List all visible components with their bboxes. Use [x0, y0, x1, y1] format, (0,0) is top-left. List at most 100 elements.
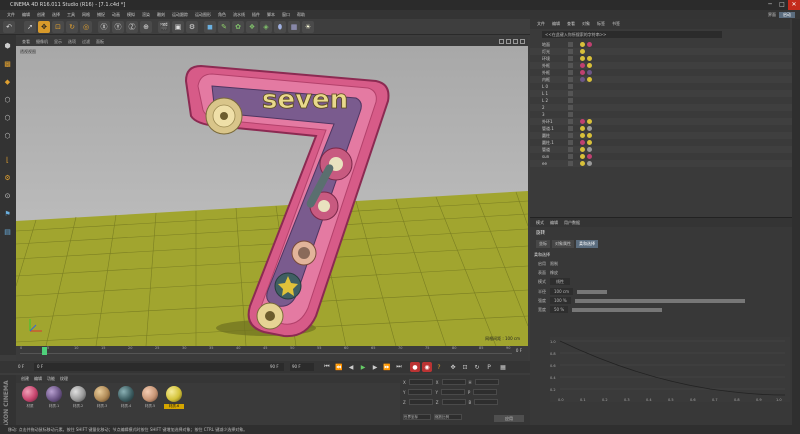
- coordinate-system-icon[interactable]: ⊕: [140, 21, 152, 33]
- move-icon[interactable]: ✥: [38, 21, 50, 33]
- object-row[interactable]: 灯光: [530, 48, 792, 55]
- material-swatch[interactable]: 材质.2: [68, 386, 88, 409]
- position-key-icon[interactable]: ✥: [448, 362, 458, 372]
- zoom-icon[interactable]: [506, 39, 511, 44]
- object-row[interactable]: 管道.1: [530, 125, 792, 132]
- scale-key-icon[interactable]: ⊡: [460, 362, 470, 372]
- points-mode-icon[interactable]: ⬡: [1, 93, 14, 106]
- menu-motion-tracking[interactable]: 运动跟踪: [172, 12, 188, 18]
- viewport-menu-panel[interactable]: 面板: [96, 39, 104, 45]
- menu-pipeline[interactable]: 流水线: [233, 12, 245, 18]
- menu-select[interactable]: 选择: [52, 12, 60, 18]
- viewport-menu-filter[interactable]: 过滤: [82, 39, 90, 45]
- visibility-toggle[interactable]: [568, 133, 573, 138]
- attr-menu-edit[interactable]: 编辑: [550, 220, 558, 226]
- render-view-icon[interactable]: 🎬: [158, 21, 170, 33]
- material-tag-icon[interactable]: [587, 63, 592, 68]
- position-z-field[interactable]: [408, 399, 433, 405]
- visibility-toggle[interactable]: [568, 154, 573, 159]
- edges-mode-icon[interactable]: ⬡: [1, 111, 14, 124]
- y-axis-lock-icon[interactable]: Ⓨ: [112, 21, 124, 33]
- prev-key-icon[interactable]: ⏪: [334, 362, 344, 372]
- object-row[interactable]: 内框: [530, 76, 792, 83]
- play-icon[interactable]: ▶: [358, 362, 368, 372]
- strength-slider[interactable]: [574, 298, 745, 303]
- menu-render[interactable]: 渲染: [142, 12, 150, 18]
- coord-space-dropdown[interactable]: 世界坐标: [403, 414, 431, 420]
- visibility-toggle[interactable]: [568, 84, 573, 89]
- material-tag-icon[interactable]: [587, 133, 592, 138]
- material-menu-function[interactable]: 功能: [47, 376, 55, 382]
- visibility-toggle[interactable]: [568, 63, 573, 68]
- menu-file[interactable]: 文件: [7, 12, 15, 18]
- object-row[interactable]: 圆柱.1: [530, 139, 792, 146]
- autokey-icon[interactable]: ◉: [422, 362, 432, 372]
- material-tag-icon[interactable]: [580, 133, 585, 138]
- object-row[interactable]: 环境: [530, 55, 792, 62]
- menu-animate[interactable]: 动画: [112, 12, 120, 18]
- material-tag-icon[interactable]: [587, 126, 592, 131]
- menu-tools[interactable]: 工具: [67, 12, 75, 18]
- snap-icon[interactable]: ⊙: [1, 189, 14, 202]
- falloff-dropdown[interactable]: 线性: [550, 278, 570, 285]
- workplane-lock-icon[interactable]: ▤: [1, 225, 14, 238]
- nurbs-icon[interactable]: ✿: [232, 21, 244, 33]
- visibility-toggle[interactable]: [568, 98, 573, 103]
- layout-dropdown[interactable]: 启动: [779, 11, 795, 18]
- timeline-menu-icon[interactable]: ▦: [498, 362, 508, 372]
- menu-mesh[interactable]: 网格: [82, 12, 90, 18]
- tweak-mode-icon[interactable]: ⚙: [1, 171, 14, 184]
- undo-icon[interactable]: ↶: [3, 21, 15, 33]
- object-row[interactable]: 外框: [530, 62, 792, 69]
- keyframe-selection-icon[interactable]: ?: [434, 362, 444, 372]
- object-search-field[interactable]: <<在此键入你所搜索的字符串>>: [542, 31, 722, 38]
- material-swatch[interactable]: 材质.3: [92, 386, 112, 409]
- material-tag-icon[interactable]: [580, 119, 585, 124]
- current-frame-field[interactable]: 0 F: [18, 363, 24, 371]
- light-icon[interactable]: ☀: [302, 21, 314, 33]
- parameter-key-icon[interactable]: P: [484, 362, 494, 372]
- x-axis-lock-icon[interactable]: Ⓧ: [98, 21, 110, 33]
- recent-tool-icon[interactable]: ◎: [80, 21, 92, 33]
- apply-button[interactable]: 应用: [494, 415, 524, 422]
- material-tag-icon[interactable]: [587, 140, 592, 145]
- visibility-toggle[interactable]: [568, 42, 573, 47]
- visibility-toggle[interactable]: [568, 105, 573, 110]
- object-menu-view[interactable]: 查看: [567, 21, 575, 27]
- object-menu-tags[interactable]: 标签: [597, 21, 605, 27]
- width-slider[interactable]: [572, 307, 663, 312]
- material-swatch[interactable]: 材质: [20, 386, 40, 409]
- visibility-toggle[interactable]: [568, 49, 573, 54]
- object-menu-bookmarks[interactable]: 书签: [612, 21, 620, 27]
- limit-checkbox[interactable]: 限制: [550, 260, 558, 267]
- material-tag-icon[interactable]: [587, 77, 592, 82]
- orbit-icon[interactable]: [513, 39, 518, 44]
- object-menu-file[interactable]: 文件: [537, 21, 545, 27]
- viewport-menu-options[interactable]: 选项: [68, 39, 76, 45]
- playhead[interactable]: [42, 347, 47, 355]
- material-tag-icon[interactable]: [580, 77, 585, 82]
- material-tag-icon[interactable]: [587, 154, 592, 159]
- material-tag-icon[interactable]: [580, 154, 585, 159]
- go-to-start-icon[interactable]: ⏮: [322, 362, 332, 372]
- attr-menu-mode[interactable]: 模式: [536, 220, 544, 226]
- material-menu-texture[interactable]: 纹理: [60, 376, 68, 382]
- menu-plugins[interactable]: 插件: [252, 12, 260, 18]
- range-start-field[interactable]: 0 F: [34, 363, 284, 371]
- object-row[interactable]: sun: [530, 153, 792, 160]
- object-menu-objects[interactable]: 对象: [582, 21, 590, 27]
- coord-scale-dropdown[interactable]: 缩放比例: [434, 414, 462, 420]
- array-icon[interactable]: ❖: [246, 21, 258, 33]
- texture-mode-icon[interactable]: ▩: [1, 57, 14, 70]
- material-swatch[interactable]: 材质.4: [116, 386, 136, 409]
- material-tag-icon[interactable]: [580, 70, 585, 75]
- visibility-toggle[interactable]: [568, 140, 573, 145]
- material-tag-icon[interactable]: [587, 147, 592, 152]
- visibility-toggle[interactable]: [568, 161, 573, 166]
- object-row[interactable]: 3: [530, 111, 792, 118]
- timeline[interactable]: 0 5 10 15 20 25 30 35 40 45 50 55 60 65 …: [16, 346, 528, 361]
- object-row[interactable]: L 1: [530, 90, 792, 97]
- size-z-field[interactable]: [441, 399, 466, 405]
- visibility-toggle[interactable]: [568, 112, 573, 117]
- strength-field[interactable]: 100 %: [550, 297, 571, 304]
